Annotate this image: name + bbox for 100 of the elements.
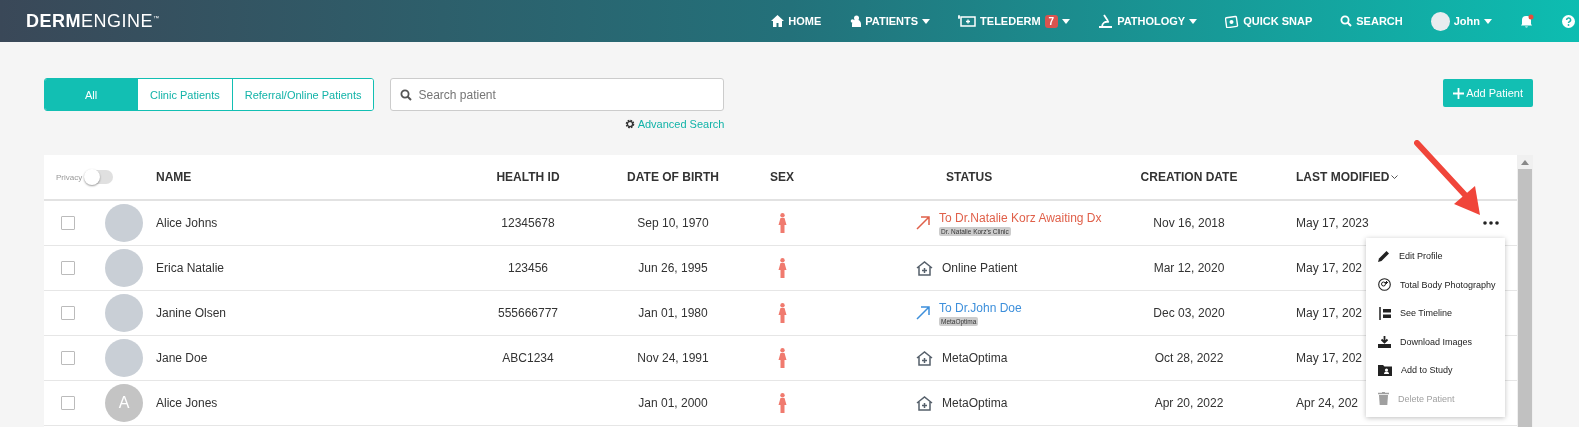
- female-icon: [777, 213, 787, 233]
- female-icon: [777, 348, 787, 368]
- plus-icon: [1453, 87, 1465, 99]
- creation-date: Mar 12, 2020: [1153, 261, 1225, 275]
- photos-icon: [1225, 14, 1240, 28]
- female-icon: [777, 258, 787, 278]
- nav-item[interactable]: TELEDERM 7: [958, 14, 1071, 28]
- referral-status[interactable]: To Dr.John Doe: [939, 300, 1022, 315]
- health-id: 123456: [507, 261, 548, 275]
- nav-label: PATIENTS: [865, 15, 919, 27]
- status-text: MetaOptima: [942, 351, 1008, 365]
- photo-placeholder: [105, 294, 143, 332]
- patient-name[interactable]: Alice Jones: [156, 396, 218, 410]
- health-id: 555666777: [497, 306, 559, 320]
- people-icon: [849, 15, 862, 27]
- house-icon: [916, 350, 933, 366]
- microscope-icon: [1098, 14, 1114, 28]
- menu-item[interactable]: Download Images: [1366, 327, 1505, 356]
- nav-item[interactable]: HOME: [771, 15, 822, 27]
- last-modified-date: May 17, 202: [1296, 261, 1363, 275]
- nav-label: John: [1453, 15, 1480, 27]
- sort-caret-icon[interactable]: [1391, 174, 1399, 180]
- row-checkbox[interactable]: [61, 306, 75, 320]
- gear-icon: [624, 119, 635, 129]
- count-badge: 7: [1044, 14, 1059, 28]
- trash-icon: [1378, 392, 1389, 406]
- referral-status[interactable]: To Dr.Natalie Korz Awaiting Dx: [939, 210, 1102, 225]
- last-modified-date: Apr 24, 202: [1296, 396, 1359, 410]
- search-icon: [1340, 15, 1353, 27]
- menu-item[interactable]: Total Body Photography: [1366, 270, 1505, 299]
- column-header[interactable]: SEX: [770, 170, 794, 184]
- scrollbar[interactable]: [1517, 155, 1533, 427]
- search-icon: [400, 88, 413, 101]
- date-of-birth: Jan 01, 2000: [638, 396, 708, 410]
- circle-badge-icon: [1378, 278, 1391, 292]
- status-text: MetaOptima: [942, 396, 1008, 410]
- female-icon: [777, 393, 787, 413]
- column-header[interactable]: LAST MODIFIED: [1296, 170, 1390, 184]
- privacy-label: Privacy: [56, 172, 83, 182]
- nav-label: HOME: [788, 15, 822, 27]
- search-field[interactable]: Search patient: [416, 86, 724, 103]
- menu-item[interactable]: See Timeline: [1366, 299, 1505, 328]
- folder-person-icon: [1378, 364, 1392, 377]
- nav-label: PATHOLOGY: [1117, 15, 1186, 27]
- creation-date: Dec 03, 2020: [1153, 306, 1225, 320]
- notification-bell-icon: [1520, 14, 1534, 28]
- menu-item[interactable]: Edit Profile: [1366, 242, 1505, 271]
- column-header[interactable]: HEALTH ID: [496, 170, 560, 184]
- patient-name[interactable]: Jane Doe: [156, 351, 208, 365]
- creation-date: Nov 16, 2018: [1153, 216, 1225, 230]
- row-checkbox[interactable]: [61, 396, 75, 410]
- house-icon: [916, 395, 933, 411]
- nav-item[interactable]: [1562, 14, 1575, 28]
- pencil-icon: [1378, 250, 1390, 263]
- row-checkbox[interactable]: [61, 216, 75, 230]
- house-icon: [916, 260, 933, 276]
- photo-placeholder: [105, 339, 143, 377]
- health-id: ABC1234: [502, 351, 554, 365]
- creation-date: Apr 20, 2022: [1154, 396, 1224, 410]
- date-of-birth: Jun 26, 1995: [638, 261, 708, 275]
- row-checkbox[interactable]: [61, 351, 75, 365]
- column-header[interactable]: CREATION DATE: [1140, 170, 1238, 184]
- last-modified-date: May 17, 202: [1296, 351, 1363, 365]
- menu-item[interactable]: Add to Study: [1366, 356, 1505, 385]
- status-text: Online Patient: [942, 261, 1018, 275]
- search-field[interactable]: Search patient: [390, 78, 725, 111]
- date-of-birth: Sep 10, 1970: [637, 216, 709, 230]
- logo[interactable]: DERMENGINE$^{™}$: [26, 10, 160, 32]
- user-avatar: [1430, 11, 1450, 31]
- column-header[interactable]: STATUS: [946, 170, 993, 184]
- home-icon: [771, 15, 785, 27]
- health-id: 12345678: [501, 216, 555, 230]
- last-modified-date: May 17, 202: [1296, 306, 1363, 320]
- column-header[interactable]: DATE OF BIRTH: [627, 170, 719, 184]
- monitor-icon: [958, 14, 977, 28]
- column-header[interactable]: NAME: [156, 170, 192, 184]
- photo-placeholder: [105, 204, 143, 242]
- privacy-toggle[interactable]: [85, 170, 114, 184]
- photo-placeholder: [105, 249, 143, 287]
- nav-item[interactable]: PATIENTS: [849, 15, 931, 27]
- scroll-up-icon[interactable]: [1521, 160, 1529, 165]
- download-icon: [1378, 335, 1391, 348]
- timeline-icon: [1378, 306, 1391, 320]
- creation-date: Oct 28, 2022: [1154, 351, 1224, 365]
- nav-label: SEARCH: [1356, 15, 1403, 27]
- more-options-icon[interactable]: [1482, 221, 1499, 225]
- patient-name[interactable]: Janine Olsen: [156, 306, 227, 320]
- initial-avatar: A: [105, 384, 143, 422]
- patient-name[interactable]: Alice Johns: [156, 216, 218, 230]
- female-icon: [777, 303, 787, 323]
- row-checkbox[interactable]: [61, 261, 75, 275]
- patient-name[interactable]: Erica Natalie: [156, 261, 225, 275]
- date-of-birth: Nov 24, 1991: [637, 351, 709, 365]
- nav-item[interactable]: [1520, 14, 1534, 28]
- last-modified-date: May 17, 2023: [1296, 216, 1369, 230]
- nav-item[interactable]: PATHOLOGY: [1098, 14, 1198, 28]
- date-of-birth: Jan 01, 1980: [638, 306, 708, 320]
- nav-label: QUICK SNAP: [1243, 15, 1313, 27]
- nav-label: TELEDERM: [980, 15, 1041, 27]
- help-icon: [1562, 14, 1575, 28]
